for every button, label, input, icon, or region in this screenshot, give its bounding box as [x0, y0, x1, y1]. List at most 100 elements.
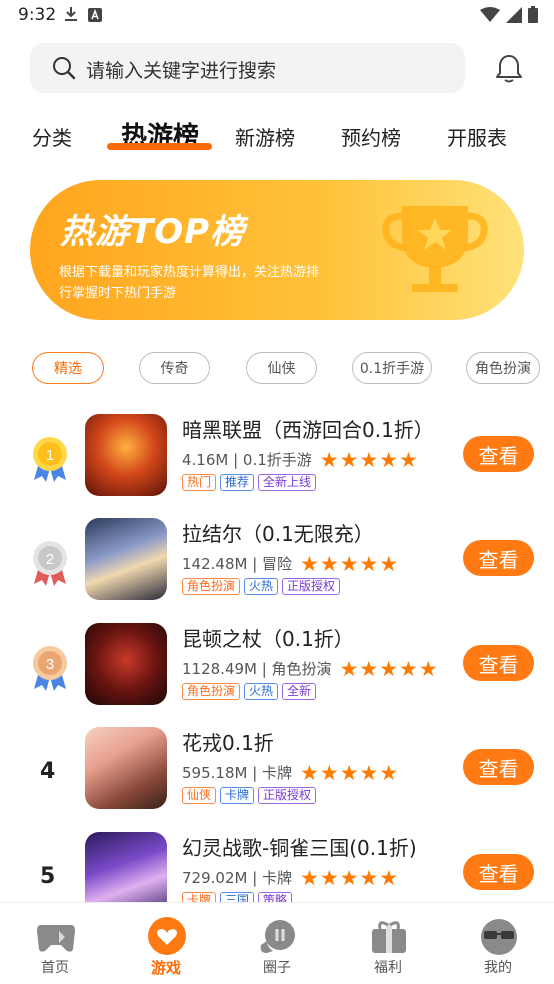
- category-tabs: 分类 热游榜 新游榜 预约榜 开服表: [0, 110, 554, 158]
- heart-chat-icon: [146, 917, 188, 957]
- tag: 策略: [258, 892, 293, 902]
- tag: 卡牌: [220, 787, 255, 804]
- avatar-sunglasses-icon: [478, 917, 520, 957]
- game-meta: 729.02M | 卡牌 ★ ★ ★ ★ ★: [182, 867, 398, 888]
- game-name: 花戎0.1折: [182, 731, 274, 755]
- game-row[interactable]: 2 拉结尔（0.1无限充） 142.48M | 冒险 ★ ★ ★ ★ ★ 角色扮演 火热…: [0, 518, 554, 618]
- view-button[interactable]: 查看: [463, 540, 534, 576]
- game-tags: 卡牌 三国 策略: [182, 892, 293, 902]
- tab-server-schedule[interactable]: 开服表: [447, 122, 507, 151]
- game-meta: 142.48M | 冒险 ★ ★ ★ ★ ★: [182, 553, 398, 574]
- chip-legend[interactable]: 传奇: [139, 352, 210, 384]
- chip-discount-games[interactable]: 0.1折手游: [352, 352, 432, 384]
- bronze-medal-icon: 3: [30, 643, 70, 693]
- nav-games[interactable]: 游戏: [126, 903, 206, 984]
- rank-number: 4: [40, 759, 56, 784]
- tag: 火热: [244, 578, 279, 595]
- tag: 正版授权: [258, 787, 317, 804]
- signal-icon: [506, 6, 522, 27]
- status-bar: 9:32: [0, 0, 554, 32]
- active-tab-underline: [107, 143, 212, 150]
- game-row[interactable]: 1 暗黑联盟（西游回合0.1折） 4.16M | 0.1折手游 ★ ★ ★ ★ ★ 热门…: [0, 414, 554, 514]
- tag: 三国: [220, 892, 255, 902]
- rank-number: 5: [40, 864, 56, 889]
- tag: 角色扮演: [182, 683, 241, 700]
- view-button[interactable]: 查看: [463, 645, 534, 681]
- tag: 角色扮演: [182, 578, 241, 595]
- tag: 卡牌: [182, 892, 217, 902]
- trophy-icon: [380, 196, 490, 310]
- game-row[interactable]: 4 花戎0.1折 595.18M | 卡牌 ★ ★ ★ ★ ★ 仙侠 卡牌 正版授权 查…: [0, 727, 554, 827]
- game-tags: 热门 推荐 全新上线: [182, 474, 317, 491]
- game-tags: 角色扮演 火热 正版授权: [182, 578, 341, 595]
- rating-stars: ★ ★ ★ ★ ★: [339, 656, 438, 681]
- rating-stars: ★ ★ ★ ★ ★: [319, 447, 418, 472]
- game-row[interactable]: 5 幻灵战歌-铜雀三国(0.1折) 729.02M | 卡牌 ★ ★ ★ ★ ★ 卡牌 …: [0, 832, 554, 902]
- game-row[interactable]: 3 昆顿之杖（0.1折） 1128.49M | 角色扮演 ★ ★ ★ ★ ★ 角色扮演 …: [0, 623, 554, 723]
- tab-reservations[interactable]: 预约榜: [341, 122, 401, 151]
- download-icon: [64, 6, 78, 26]
- game-name: 昆顿之杖（0.1折）: [182, 627, 354, 651]
- nav-label: 福利: [374, 960, 402, 976]
- gift-icon: [368, 917, 410, 957]
- game-size-category: 4.16M | 0.1折手游: [182, 451, 312, 469]
- game-icon[interactable]: [85, 414, 167, 496]
- rating-stars: ★ ★ ★ ★ ★: [300, 865, 399, 890]
- game-icon[interactable]: [85, 623, 167, 705]
- tag: 全新: [282, 683, 317, 700]
- tab-categories[interactable]: 分类: [32, 122, 72, 151]
- nav-profile[interactable]: 我的: [458, 903, 538, 984]
- game-tags: 角色扮演 火热 全新: [182, 683, 317, 700]
- game-tags: 仙侠 卡牌 正版授权: [182, 787, 317, 804]
- game-icon[interactable]: [85, 832, 167, 902]
- nav-label: 首页: [41, 960, 69, 976]
- svg-text:2: 2: [46, 551, 54, 568]
- tag: 火热: [244, 683, 279, 700]
- game-name: 暗黑联盟（西游回合0.1折）: [182, 418, 434, 442]
- view-button[interactable]: 查看: [463, 749, 534, 785]
- nav-label: 游戏: [150, 959, 181, 977]
- bell-icon[interactable]: [495, 53, 523, 87]
- rating-stars: ★ ★ ★ ★ ★: [300, 551, 399, 576]
- banner-description: 根据下载量和玩家热度计算得出，关注热游排行掌握时下热门手游: [59, 265, 320, 301]
- game-size-category: 729.02M | 卡牌: [182, 869, 293, 887]
- nav-circle[interactable]: 圈子: [237, 903, 317, 984]
- status-time: 9:32: [18, 5, 57, 25]
- game-icon[interactable]: [85, 727, 167, 809]
- tag: 全新上线: [258, 474, 317, 491]
- view-button[interactable]: 查看: [463, 854, 534, 890]
- chip-featured[interactable]: 精选: [32, 352, 104, 384]
- game-meta: 1128.49M | 角色扮演 ★ ★ ★ ★ ★: [182, 658, 438, 679]
- nav-label: 我的: [484, 960, 512, 976]
- tag: 热门: [182, 474, 217, 491]
- wifi-icon: [480, 6, 500, 27]
- nav-home[interactable]: 首页: [15, 903, 95, 984]
- search-icon: [52, 56, 76, 84]
- battery-icon: [528, 6, 538, 27]
- game-name: 幻灵战歌-铜雀三国(0.1折): [182, 836, 417, 860]
- bottom-nav: 首页 游戏 圈子 福利 我的: [0, 902, 554, 984]
- tag: 仙侠: [182, 787, 217, 804]
- tab-new-games[interactable]: 新游榜: [235, 122, 295, 151]
- search-input[interactable]: 请输入关键字进行搜索: [30, 43, 465, 93]
- view-button[interactable]: 查看: [463, 436, 534, 472]
- chat-bubble-icon: [257, 917, 299, 957]
- silver-medal-icon: 2: [30, 538, 70, 588]
- nav-welfare[interactable]: 福利: [348, 903, 428, 984]
- gamepad-icon: [35, 917, 77, 957]
- game-icon[interactable]: [85, 518, 167, 600]
- rating-stars: ★ ★ ★ ★ ★: [300, 760, 399, 785]
- filter-chips: 精选 传奇 仙侠 0.1折手游 角色扮演: [0, 352, 554, 386]
- chip-xianxia[interactable]: 仙侠: [246, 352, 317, 384]
- svg-text:1: 1: [46, 447, 54, 464]
- tag: 正版授权: [282, 578, 341, 595]
- app-notification-icon: [88, 7, 102, 26]
- tag: 推荐: [220, 474, 255, 491]
- search-placeholder: 请输入关键字进行搜索: [86, 60, 277, 82]
- chip-rpg[interactable]: 角色扮演: [466, 352, 540, 384]
- banner-title: 热游TOP榜: [60, 212, 246, 252]
- svg-text:3: 3: [46, 656, 54, 673]
- game-size-category: 1128.49M | 角色扮演: [182, 660, 332, 678]
- game-meta: 595.18M | 卡牌 ★ ★ ★ ★ ★: [182, 762, 398, 783]
- game-meta: 4.16M | 0.1折手游 ★ ★ ★ ★ ★: [182, 449, 418, 470]
